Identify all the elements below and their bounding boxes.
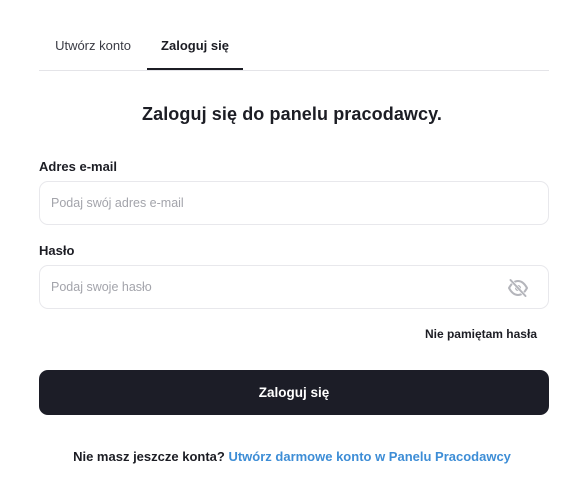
forgot-password-link[interactable]: Nie pamiętam hasła <box>425 327 537 341</box>
password-field[interactable] <box>51 280 491 294</box>
tab-register-label: Utwórz konto <box>55 38 131 53</box>
auth-tabs: Utwórz konto Zaloguj się <box>39 26 549 71</box>
tab-register[interactable]: Utwórz konto <box>39 26 147 69</box>
register-prompt: Nie masz jeszcze konta? Utwórz darmowe k… <box>0 449 584 464</box>
password-label: Hasło <box>39 243 75 258</box>
login-button[interactable]: Zaloguj się <box>39 370 549 415</box>
register-link[interactable]: Utwórz darmowe konto w Panelu Pracodawcy <box>228 449 510 464</box>
register-prompt-text: Nie masz jeszcze konta? <box>73 449 225 464</box>
eye-off-icon[interactable] <box>506 277 530 299</box>
login-button-label: Zaloguj się <box>258 385 330 400</box>
email-field-container <box>39 181 549 225</box>
email-label: Adres e-mail <box>39 159 118 174</box>
page-title: Zaloguj się do panelu pracodawcy. <box>141 104 443 124</box>
tab-login-label: Zaloguj się <box>161 38 229 53</box>
email-field[interactable] <box>51 196 491 210</box>
tab-login[interactable]: Zaloguj się <box>147 26 243 70</box>
password-field-container <box>39 265 549 309</box>
